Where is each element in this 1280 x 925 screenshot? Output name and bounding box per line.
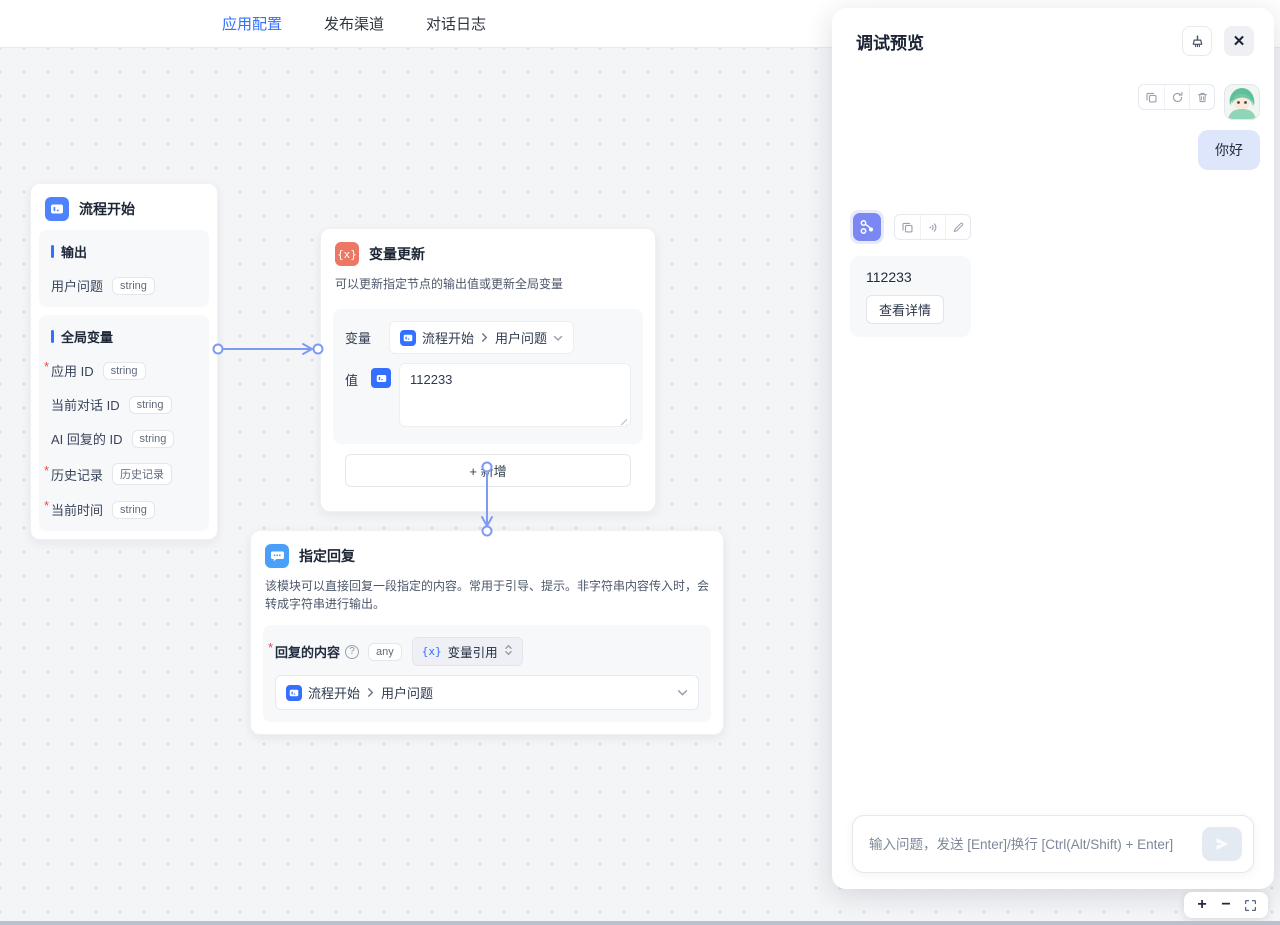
type-tag: 历史记录: [112, 463, 172, 485]
clear-history-button[interactable]: [1182, 26, 1212, 56]
user-message-bubble: 你好: [1198, 130, 1260, 170]
global-row: * 应用 ID string: [51, 361, 197, 380]
node-header: {x} 变量更新: [321, 229, 655, 275]
flow-start-icon: [400, 330, 416, 346]
ref-node-name: 流程开始: [422, 328, 474, 347]
variable-icon: {x}: [422, 645, 442, 658]
bot-avatar: [850, 210, 884, 244]
fullscreen-icon: [1244, 899, 1257, 912]
retry-icon[interactable]: [1164, 85, 1189, 109]
zoom-in-button[interactable]: +: [1190, 894, 1214, 916]
copy-icon[interactable]: [895, 215, 920, 239]
chevron-updown-icon: [504, 644, 513, 659]
copy-icon[interactable]: [1139, 85, 1164, 109]
global-row: * 历史记录 历史记录: [51, 463, 197, 485]
user-avatar: [1224, 84, 1260, 120]
workflow-icon: [859, 219, 875, 235]
send-button[interactable]: [1202, 827, 1242, 861]
bot-message-bubble: 112233 查看详情: [850, 256, 971, 337]
chevron-right-icon: [366, 688, 375, 697]
section-accent-bar: [51, 245, 54, 258]
tab-chat-logs[interactable]: 对话日志: [426, 13, 486, 34]
type-tag: string: [112, 277, 155, 295]
node-title: 流程开始: [79, 199, 135, 219]
output-row: * 用户问题 string: [51, 276, 197, 295]
value-textarea[interactable]: 112233: [399, 363, 631, 427]
flow-start-icon: [45, 197, 69, 221]
tab-publish-channels[interactable]: 发布渠道: [324, 13, 384, 34]
node-header: 指定回复: [251, 531, 723, 577]
ref-node-name: 流程开始: [308, 683, 360, 702]
global-variables-section: 全局变量 * 应用 ID string * 当前对话 ID string * A…: [39, 315, 209, 531]
flow-start-icon: [286, 685, 302, 701]
canvas-zoom-controls: + −: [1184, 892, 1268, 918]
broom-icon: [1190, 34, 1205, 49]
add-variable-button[interactable]: + 新增: [345, 454, 631, 487]
node-title: 指定回复: [299, 546, 355, 566]
close-panel-button[interactable]: ✕: [1224, 26, 1254, 56]
chevron-down-icon: [677, 687, 688, 698]
variable-label: 变量: [345, 321, 389, 347]
chat-input[interactable]: [869, 837, 1202, 852]
chat-input-container: [852, 815, 1254, 873]
section-accent-bar: [51, 330, 54, 343]
variable-reference-select[interactable]: 流程开始 用户问题: [389, 321, 574, 354]
global-row: * 当前时间 string: [51, 500, 197, 519]
node-flow-start[interactable]: 流程开始 输出 * 用户问题 string 全局变量 * 应用 ID strin…: [30, 183, 218, 540]
variable-update-icon: {x}: [335, 242, 359, 266]
node-header: 流程开始: [31, 184, 217, 230]
zoom-out-button[interactable]: −: [1214, 894, 1238, 916]
output-section: 输出 * 用户问题 string: [39, 230, 209, 307]
ref-field-name: 用户问题: [495, 328, 547, 347]
mode-label: 变量引用: [448, 642, 498, 661]
chevron-right-icon: [480, 333, 489, 342]
ref-field-name: 用户问题: [381, 683, 433, 702]
type-tag: string: [129, 396, 172, 414]
user-message: 你好: [1138, 84, 1260, 170]
type-tag: string: [103, 362, 146, 380]
send-icon: [1213, 835, 1231, 853]
bot-message-text: 112233: [866, 269, 955, 285]
tab-app-config[interactable]: 应用配置: [222, 13, 282, 34]
specified-reply-icon: [265, 544, 289, 568]
global-row: * AI 回复的 ID string: [51, 429, 197, 448]
type-tag: string: [132, 430, 175, 448]
panel-title: 调试预览: [856, 29, 1182, 54]
chevron-down-icon: [553, 333, 563, 343]
value-type-icon[interactable]: [371, 368, 391, 388]
node-title: 变量更新: [369, 244, 425, 264]
node-description: 该模块可以直接回复一段指定的内容。常用于引导、提示。非字符串内容传入时，会转成字…: [251, 577, 723, 623]
read-aloud-icon[interactable]: [920, 215, 945, 239]
view-details-button[interactable]: 查看详情: [866, 295, 944, 324]
global-row: * 当前对话 ID string: [51, 395, 197, 414]
bot-message: 112233 查看详情: [850, 210, 971, 337]
reply-variable-select[interactable]: 流程开始 用户问题: [275, 675, 699, 710]
debug-preview-panel: 调试预览 ✕: [832, 8, 1274, 889]
value-label: 值: [345, 363, 369, 389]
window-edge: [0, 921, 1280, 925]
reply-content-label: 回复的内容: [275, 642, 340, 661]
fit-view-button[interactable]: [1238, 894, 1262, 916]
output-label: 用户问题: [51, 276, 103, 295]
node-description: 可以更新指定节点的输出值或更新全局变量: [321, 275, 655, 303]
type-tag: any: [368, 643, 402, 661]
node-specified-reply[interactable]: 指定回复 该模块可以直接回复一段指定的内容。常用于引导、提示。非字符串内容传入时…: [250, 530, 724, 735]
type-tag: string: [112, 501, 155, 519]
section-title: 全局变量: [61, 327, 113, 346]
node-variable-update[interactable]: {x} 变量更新 可以更新指定节点的输出值或更新全局变量 变量 流程开始 用户问…: [320, 228, 656, 512]
edit-icon[interactable]: [945, 215, 970, 239]
delete-icon[interactable]: [1189, 85, 1214, 109]
section-title: 输出: [61, 242, 87, 261]
help-icon[interactable]: ?: [345, 645, 359, 659]
reference-mode-select[interactable]: {x} 变量引用: [412, 637, 523, 666]
